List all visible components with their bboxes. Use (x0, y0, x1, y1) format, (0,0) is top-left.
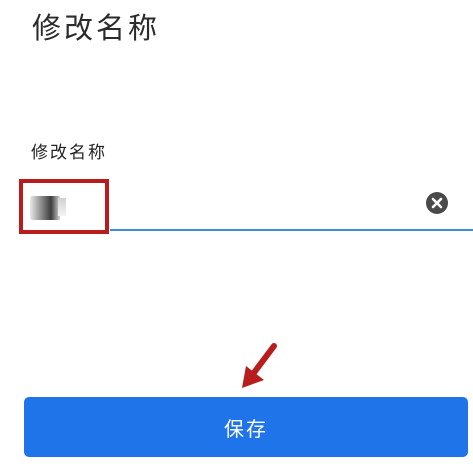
clear-input-button[interactable] (426, 192, 448, 214)
save-button[interactable]: 保存 (24, 397, 468, 457)
clear-circle-icon (431, 197, 443, 209)
input-underline (110, 229, 473, 231)
arrow-annotation (236, 340, 282, 396)
name-field-label: 修改名称 (31, 143, 107, 163)
arrow-down-left-icon (242, 343, 277, 388)
highlight-box-annotation (19, 179, 109, 234)
page-title: 修改名称 (32, 11, 161, 45)
